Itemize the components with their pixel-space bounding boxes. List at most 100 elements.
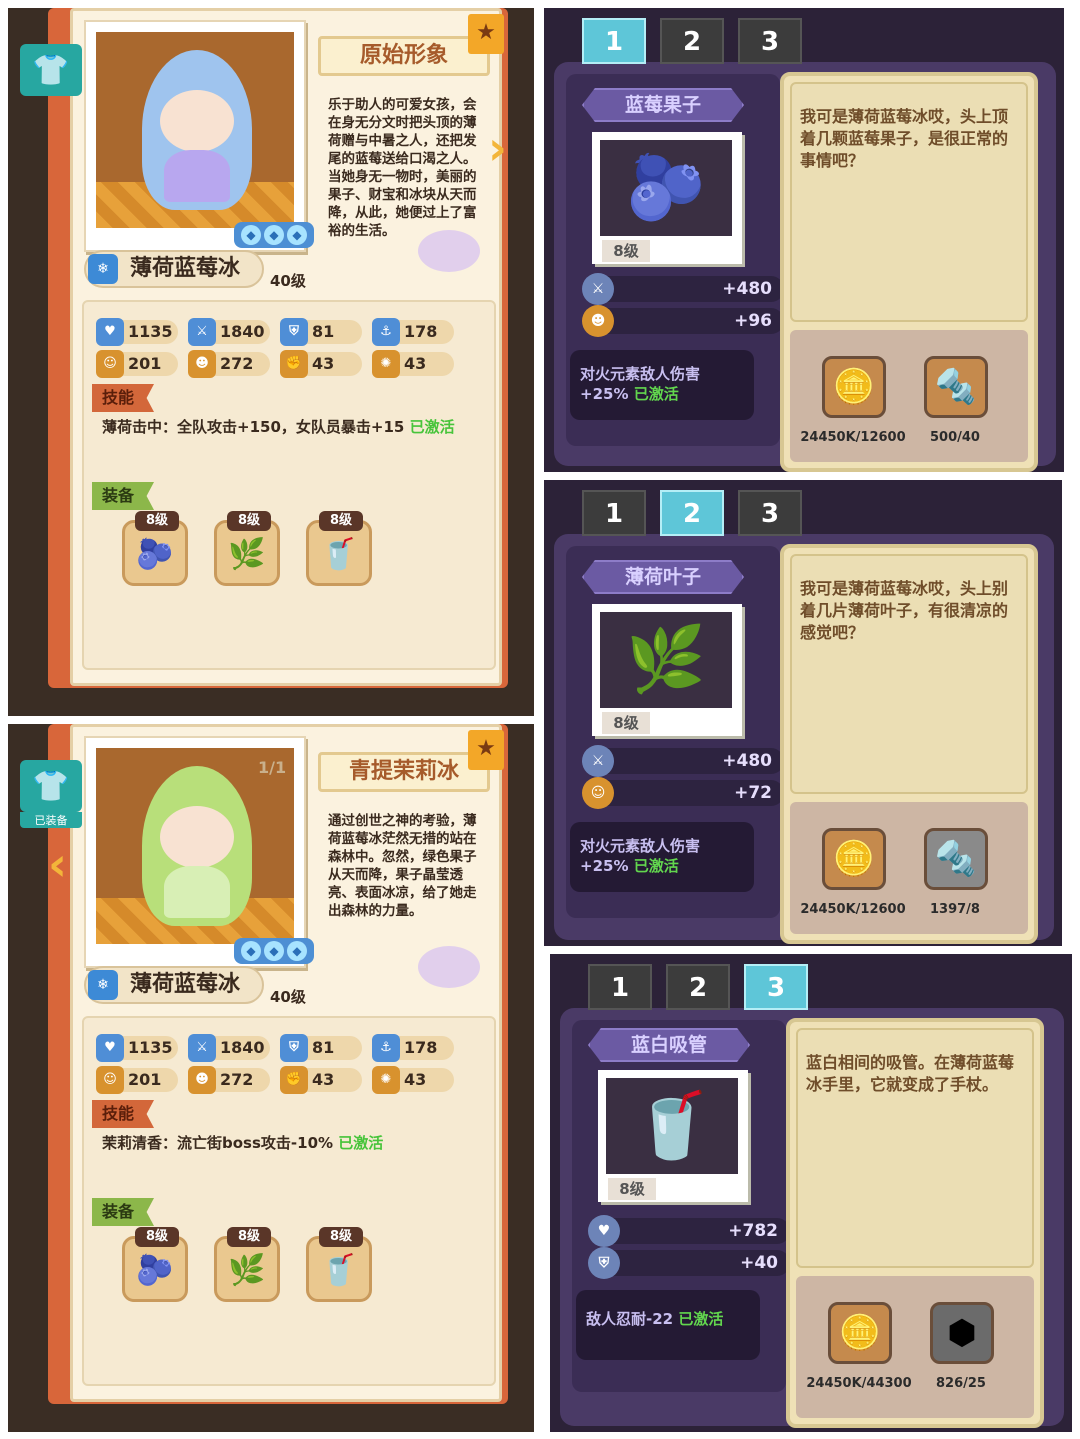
tab-2[interactable]: 2: [660, 490, 724, 536]
nut-icon[interactable]: ⬢: [930, 1302, 994, 1364]
material-1-count: 24450K/12600: [800, 430, 906, 445]
item-level: 8级: [602, 240, 650, 262]
stats-panel: ♥ 1135 ⚔ 1840 ⛨ 81 ⚓ 178 ☺ 201 ☻ 272 ✊ 43 ✺ 43 技…: [82, 300, 496, 670]
description-card: 我可是薄荷蓝莓冰哎，头上别着几片薄荷叶子，有很清凉的感觉吧？ 🪙 🔩 24450…: [780, 544, 1038, 944]
item-description: 我可是薄荷蓝莓冰哎，头上顶着几颗蓝莓果子，是很正常的事情吧？: [790, 82, 1028, 322]
outfit-shirt-icon[interactable]: 👕 已装备: [20, 760, 82, 828]
equipped-label: 已装备: [20, 812, 82, 828]
straw-icon: 🥤: [606, 1078, 738, 1174]
equip-slot-straw[interactable]: 🥤 8级: [306, 511, 372, 586]
tab-2[interactable]: 2: [666, 964, 730, 1010]
skill-tag: 技能: [92, 1100, 155, 1128]
item-picture: 🫐 8级: [592, 132, 742, 264]
item-picture: 🌿 8级: [592, 604, 742, 736]
shield-icon: ♥: [96, 318, 124, 346]
item-name: 蓝莓果子: [582, 88, 744, 122]
sword-icon: ⚔: [188, 1034, 216, 1062]
item-effect: 敌人忍耐-22 已激活: [576, 1290, 760, 1360]
bonus-hp: ♥ +782: [588, 1215, 790, 1247]
bolt-icon[interactable]: 🔩: [924, 356, 988, 418]
stat-hp: ♥ 1135: [96, 1034, 178, 1062]
material-2-count: 1397/8: [930, 902, 980, 917]
favorite-star-icon[interactable]: ★: [468, 730, 504, 770]
element-icon: ❄: [88, 970, 118, 1000]
tab-3[interactable]: 3: [744, 964, 808, 1010]
tab-3[interactable]: 3: [738, 490, 802, 536]
face-icon: ☺: [96, 1066, 124, 1094]
stat-defense: ⛨ 81: [280, 1034, 362, 1062]
outfit-title: 原始形象: [318, 36, 490, 76]
equip-slot-blueberry[interactable]: 🫐 8级: [122, 1227, 188, 1302]
item-name: 薄荷叶子: [582, 560, 744, 594]
skill-description: 薄荷击中：全队攻击+150，女队员暴击+15 已激活: [102, 418, 455, 436]
character-name: ❄ 薄荷蓝莓冰: [84, 250, 264, 288]
equip-slot-mint[interactable]: 🌿 8级: [214, 1227, 280, 1302]
outfit-description: 乐于助人的可爱女孩，会在身无分文时把头顶的薄荷赠与中暑之人，还把发尾的蓝莓送给口…: [328, 97, 477, 239]
bonus-luck: ☺ +72: [582, 777, 784, 809]
character-portrait: ◆ ◆ ◆: [84, 20, 314, 252]
mint-leaf-icon: 🌿: [600, 612, 732, 708]
heart-shield-icon: ♥: [588, 1215, 620, 1247]
tab-1[interactable]: 1: [582, 18, 646, 64]
upgrade-materials: 🪙 🔩 24450K/12600 1397/8: [790, 802, 1028, 934]
stat-d: ✺ 43: [372, 1066, 454, 1094]
character-panel-2: ◆ ◆ ◆ 1/1 👕 已装备 青提茉莉冰 ★ ‹ 通过创世之神的考验，薄荷蓝莓冰茫然…: [8, 724, 534, 1432]
item-panel-3: 1 2 3 蓝白吸管 🥤 8级 ♥ +782 ⛨ +40 敌人忍耐-22 已激活 蓝白…: [550, 954, 1072, 1432]
item-effect: 对火元素敌人伤害+25% 已激活: [570, 350, 754, 420]
planet-icon: [418, 230, 480, 272]
description-card: 我可是薄荷蓝莓冰哎，头上顶着几颗蓝莓果子，是很正常的事情吧？ 🪙 🔩 24450…: [780, 72, 1038, 472]
anchor-icon: ⚓: [372, 318, 400, 346]
material-1-count: 24450K/44300: [806, 1376, 912, 1391]
stat-c: ✊ 43: [280, 350, 362, 378]
item-panel-1: 1 2 3 蓝莓果子 🫐 8级 ⚔ +480 ☻ +96 对火元素敌人伤害+25% 已…: [544, 8, 1064, 472]
armor-icon: ⛨: [588, 1247, 620, 1279]
stats-panel: ♥ 1135 ⚔ 1840 ⛨ 81 ⚓ 178 ☺ 201 ☻ 272 ✊ 43 ✺ 43 技…: [82, 1016, 496, 1386]
stat-d: ✺ 43: [372, 350, 454, 378]
armor-icon: ⛨: [280, 318, 308, 346]
character-panel-1: ◆ ◆ ◆ 👕 原始形象 ★ › 乐于助人的可爱女孩，会在身无分文时把头顶的薄荷赠与…: [8, 8, 534, 716]
planet-icon: [418, 946, 480, 988]
smile-icon: ☻: [188, 1066, 216, 1094]
sword-icon: ⚔: [582, 273, 614, 305]
material-1-count: 24450K/12600: [800, 902, 906, 917]
item-level: 8级: [602, 712, 650, 734]
face-icon: ☺: [582, 777, 614, 809]
outfit-description: 通过创世之神的考验，薄荷蓝莓冰茫然无措的站在森林中。忽然，绿色果子从天而降，果子…: [328, 813, 477, 919]
gold-coin-icon[interactable]: 🪙: [822, 356, 886, 418]
item-level: 8级: [608, 1178, 656, 1200]
tab-2[interactable]: 2: [660, 18, 724, 64]
character-level: 40级: [270, 272, 306, 290]
screw-icon[interactable]: 🔩: [924, 828, 988, 890]
favorite-star-icon[interactable]: ★: [468, 14, 504, 54]
equip-slot-blueberry[interactable]: 🫐 8级: [122, 511, 188, 586]
bonus-attack: ⚔ +480: [582, 273, 784, 305]
item-tabs: 1 2 3: [582, 490, 802, 536]
equip-slot-straw[interactable]: 🥤 8级: [306, 1227, 372, 1302]
blueberry-icon: 🫐: [600, 140, 732, 236]
character-sprite: [142, 50, 252, 210]
gold-coin-icon[interactable]: 🪙: [828, 1302, 892, 1364]
gold-coin-icon[interactable]: 🪙: [822, 828, 886, 890]
star-gems: ◆ ◆ ◆: [234, 222, 314, 248]
star-gems: ◆ ◆ ◆: [234, 938, 314, 964]
item-panel-2: 1 2 3 薄荷叶子 🌿 8级 ⚔ +480 ☺ +72 对火元素敌人伤害+25% 已…: [544, 480, 1062, 946]
bonus-attack: ⚔ +480: [582, 745, 784, 777]
tab-3[interactable]: 3: [738, 18, 802, 64]
description-card: 蓝白相间的吸管。在薄荷蓝莓冰手里，它就变成了手杖。 🪙 ⬢ 24450K/443…: [786, 1018, 1044, 1428]
outfit-counter: 1/1: [258, 758, 287, 777]
stat-c: ✊ 43: [280, 1066, 362, 1094]
prev-arrow-icon[interactable]: ‹: [48, 836, 76, 892]
stat-a: ☺ 201: [96, 1066, 178, 1094]
outfit-shirt-icon[interactable]: 👕: [20, 44, 82, 96]
tab-1[interactable]: 1: [582, 490, 646, 536]
stat-hp: ♥ 1135: [96, 318, 178, 346]
armor-icon: ⛨: [280, 1034, 308, 1062]
next-arrow-icon[interactable]: ›: [488, 120, 516, 176]
equip-slot-mint[interactable]: 🌿 8级: [214, 511, 280, 586]
tab-1[interactable]: 1: [588, 964, 652, 1010]
upgrade-materials: 🪙 ⬢ 24450K/44300 826/25: [796, 1276, 1034, 1418]
outfit-title: 青提茉莉冰: [318, 752, 490, 792]
item-effect: 对火元素敌人伤害+25% 已激活: [570, 822, 754, 892]
material-2-count: 826/25: [936, 1376, 986, 1391]
upgrade-materials: 🪙 🔩 24450K/12600 500/40: [790, 330, 1028, 462]
